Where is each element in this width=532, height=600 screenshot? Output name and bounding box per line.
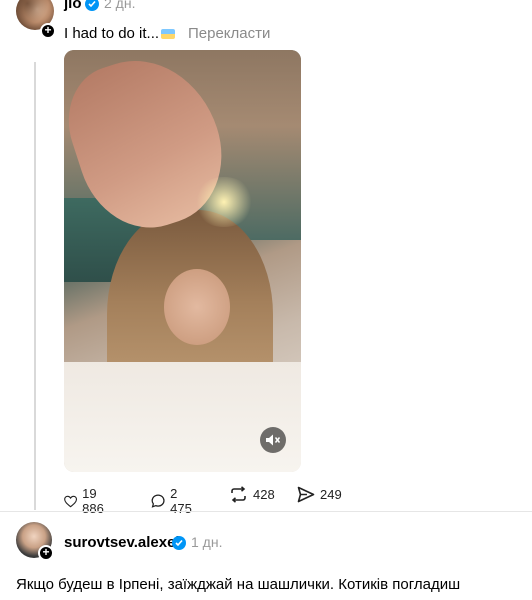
verified-icon bbox=[172, 536, 186, 550]
reply-author-username[interactable]: surovtsev.alexei bbox=[64, 534, 180, 551]
video-person-shirt bbox=[64, 362, 301, 472]
post-timestamp: 2 дн. bbox=[104, 0, 136, 11]
video-person-face bbox=[163, 269, 230, 346]
emoji-icon bbox=[161, 29, 176, 40]
author-username[interactable]: jlo bbox=[64, 0, 82, 12]
post: + jlo 2 дн. I had to do it... Перекласти… bbox=[0, 0, 532, 516]
reply-post: + surovtsev.alexei 1 дн. Якщо будеш в Ір… bbox=[0, 512, 532, 600]
mute-button[interactable] bbox=[260, 427, 286, 453]
share-button[interactable]: 249 bbox=[297, 486, 342, 503]
heart-icon bbox=[64, 495, 78, 507]
repost-count: 428 bbox=[253, 487, 275, 502]
comment-icon bbox=[151, 494, 165, 508]
reply-timestamp: 1 дн. bbox=[191, 534, 223, 550]
thread-line bbox=[34, 62, 36, 510]
verified-icon bbox=[85, 0, 99, 11]
follow-plus-icon[interactable]: + bbox=[38, 545, 54, 561]
follow-plus-icon[interactable]: + bbox=[40, 23, 56, 39]
share-count: 249 bbox=[320, 487, 342, 502]
post-video[interactable] bbox=[64, 50, 301, 472]
video-light bbox=[194, 176, 254, 228]
speaker-muted-icon bbox=[266, 434, 281, 446]
repost-icon bbox=[231, 486, 246, 503]
post-text-content: I had to do it... bbox=[64, 25, 160, 42]
translate-link[interactable]: Перекласти bbox=[188, 25, 270, 42]
repost-button[interactable]: 428 bbox=[229, 486, 275, 503]
share-icon bbox=[297, 486, 315, 503]
post-text: I had to do it... bbox=[64, 25, 176, 42]
reply-text: Якщо будеш в Ірпені, заїжджай на шашличк… bbox=[16, 576, 461, 593]
